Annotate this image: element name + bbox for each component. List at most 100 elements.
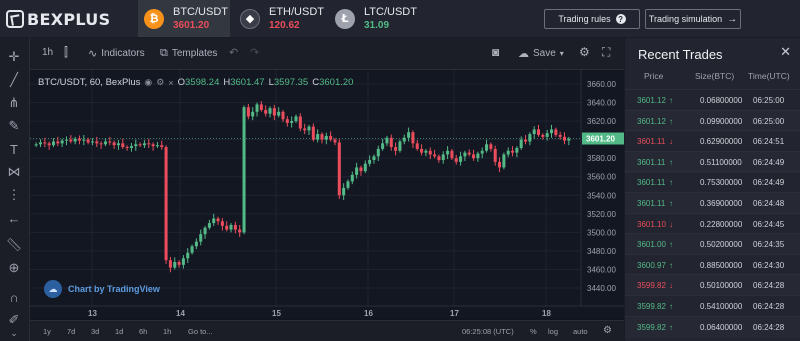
candle-body <box>199 234 203 242</box>
range-3d[interactable]: 3d <box>91 327 99 336</box>
ticker-eth[interactable]: ◆ ETH/USDT 120.62 <box>234 0 324 37</box>
text-tool-icon[interactable]: T <box>5 140 23 158</box>
tradingview-watermark[interactable]: ☁ Chart by TradingView <box>44 280 160 298</box>
trade-price: 3601.11 <box>637 199 666 208</box>
candle-body <box>307 126 311 131</box>
brand-logo[interactable]: BEXPLUS <box>6 7 110 31</box>
pattern-icon[interactable]: ⋈ <box>5 163 23 181</box>
magnet-icon[interactable]: ∩ <box>5 288 23 306</box>
trade-row: 3601.12 ↑ 0.06800000 06:25:00 <box>625 89 800 111</box>
log-toggle[interactable]: log <box>548 327 558 336</box>
camera-icon[interactable]: ◙ <box>492 45 499 59</box>
range-7d[interactable]: 7d <box>67 327 75 336</box>
arrow-up-icon: ↑ <box>669 240 673 250</box>
trade-row: 3599.82 ↑ 0.06400000 06:24:28 <box>625 315 800 338</box>
candle-body <box>121 143 125 148</box>
question-icon: ? <box>615 14 626 24</box>
legend-eye-icon[interactable]: ◉ <box>144 77 152 88</box>
indicators-button[interactable]: ∿ Indicators <box>88 47 145 60</box>
candle-body <box>389 137 393 148</box>
candle-body <box>363 163 367 172</box>
legend-symbol: BTC/USDT, 60, BexPlus <box>38 77 141 88</box>
candle-body <box>329 135 333 140</box>
trade-row: 3601.12 ↑ 0.09900000 06:25:00 <box>625 109 800 132</box>
ticker-ltc[interactable]: Ł LTC/USDT 31.09 <box>329 0 419 37</box>
trading-simulation-label: Trading simulation <box>648 14 723 24</box>
save-label: Save <box>533 48 556 59</box>
candle-body <box>459 156 463 162</box>
candle-style-icon[interactable]: ⫿ <box>64 45 68 60</box>
utc-clock[interactable]: 06:25:08 (UTC) <box>462 327 514 336</box>
candle-body <box>450 150 454 159</box>
candle-body <box>225 225 229 230</box>
range-1d[interactable]: 1d <box>115 327 123 336</box>
candle-body <box>493 148 497 162</box>
brush-icon[interactable]: ✎ <box>5 117 23 135</box>
goto-button[interactable]: Go to... <box>188 327 213 336</box>
ticker-pair: ETH/USDT <box>269 5 324 18</box>
candle-body <box>220 221 224 226</box>
trade-row: 3601.11 ↑ 0.75300000 06:24:49 <box>625 171 800 193</box>
candle-body <box>142 143 146 146</box>
redo-icon[interactable]: ↷ <box>250 46 259 59</box>
arrow-left-icon[interactable]: ← <box>5 209 23 227</box>
trade-price: 3601.00 <box>637 240 666 250</box>
trade-row: 3599.82 ↑ 0.54100000 06:24:28 <box>625 295 800 317</box>
trade-time: 06:24:28 <box>753 322 785 332</box>
settings-gear-icon[interactable]: ⚙ <box>579 45 590 59</box>
candle-body <box>233 224 237 230</box>
trading-rules-button[interactable]: Trading rules ? <box>544 9 640 29</box>
col-size: Size(BTC) <box>695 71 735 81</box>
trend-line-icon[interactable]: ╱ <box>5 71 23 89</box>
range-1y[interactable]: 1y <box>43 327 51 336</box>
candle-body <box>160 145 164 148</box>
auto-toggle[interactable]: auto <box>573 327 588 336</box>
save-button[interactable]: ☁ Save ▾ <box>518 47 564 60</box>
range-1h[interactable]: 1h <box>163 327 171 336</box>
templates-button[interactable]: ⧉ Templates <box>160 47 217 60</box>
trade-price: 3599.82 <box>637 302 666 311</box>
pitchfork-icon[interactable]: ⋔ <box>5 94 23 112</box>
percent-toggle[interactable]: % <box>530 327 537 336</box>
trade-price: 3601.12 <box>637 96 666 105</box>
crosshair-icon[interactable]: ✛ <box>5 48 23 66</box>
candle-body <box>346 181 350 188</box>
close-icon[interactable]: ✕ <box>780 44 791 60</box>
ruler-icon[interactable]: 📏︎ <box>5 236 23 254</box>
candle-body <box>350 174 354 182</box>
ticker-btc[interactable]: ₿ BTC/USDT 3601.20 <box>138 0 230 37</box>
arrow-down-icon: ↓ <box>669 137 673 147</box>
range-6h[interactable]: 6h <box>139 327 147 336</box>
candle-body <box>207 223 211 228</box>
chart-settings-gear-icon[interactable]: ⚙ <box>603 325 612 336</box>
undo-icon[interactable]: ↶ <box>229 46 238 59</box>
trading-simulation-button[interactable]: Trading simulation → <box>645 9 741 29</box>
candle-body <box>476 153 480 159</box>
fullscreen-icon[interactable]: ⛶ <box>602 45 610 60</box>
trade-row: 3601.11 ↓ 0.62900000 06:24:51 <box>625 130 800 152</box>
collapse-chevron-icon[interactable]: ⌄ <box>5 324 23 341</box>
indicators-label: Indicators <box>101 48 145 59</box>
candle-body <box>407 132 411 138</box>
y-tick-label: 3640.00 <box>587 99 616 108</box>
legend-close-icon[interactable]: × <box>168 78 173 88</box>
candle-body <box>251 111 255 117</box>
candle-body <box>498 161 502 168</box>
zoom-in-icon[interactable]: ⊕ <box>5 259 23 277</box>
interval-selector[interactable]: 1h <box>42 47 53 58</box>
trade-size: 0.36900000 <box>700 199 743 208</box>
trades-header: Price Size(BTC) Time(UTC) <box>625 71 800 89</box>
trade-row: 3599.82 ↓ 0.50100000 06:24:28 <box>625 274 800 297</box>
candle-body <box>116 143 120 146</box>
trade-price: 3601.11 <box>637 178 666 188</box>
candle-body <box>47 143 51 146</box>
fib-icon[interactable]: ⋮ <box>5 186 23 204</box>
trade-price: 3599.82 <box>637 281 666 291</box>
candle-body <box>268 108 272 114</box>
tradingview-text: Chart by TradingView <box>68 284 160 294</box>
indicators-icon: ∿ <box>88 48 98 60</box>
trade-size: 0.75300000 <box>700 178 743 188</box>
trade-size: 0.62900000 <box>700 137 743 147</box>
ticker-price: 3601.20 <box>173 19 210 31</box>
legend-settings-icon[interactable]: ⚙ <box>156 77 164 88</box>
